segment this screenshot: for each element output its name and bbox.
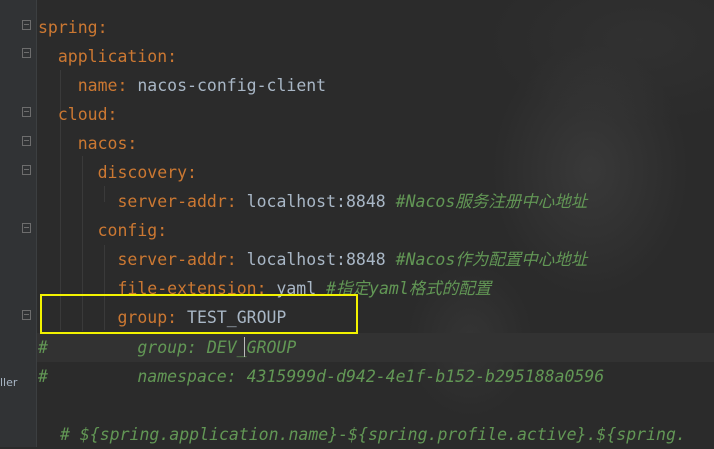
annotation-highlight-box	[40, 294, 358, 334]
yaml-colon: :	[167, 47, 178, 66]
yaml-colon: :	[117, 76, 128, 95]
code-line[interactable]: cloud:	[38, 100, 118, 129]
yaml-indent	[38, 105, 58, 124]
code-line[interactable]: server-addr: localhost:8848 #Nacos服务注册中心…	[38, 187, 587, 216]
text-caret	[244, 337, 245, 357]
fold-end-marker-icon[interactable]	[22, 310, 31, 320]
yaml-indent	[38, 250, 117, 269]
yaml-colon: :	[226, 250, 237, 269]
fold-marker-icon[interactable]	[22, 20, 31, 30]
yaml-key: config	[97, 221, 158, 240]
yaml-indent	[38, 76, 78, 95]
yaml-key: server-addr	[117, 192, 227, 211]
code-line[interactable]: application:	[38, 42, 177, 71]
yaml-key: name	[77, 76, 118, 95]
code-line[interactable]: config:	[38, 216, 168, 245]
fold-marker-icon[interactable]	[22, 223, 31, 233]
yaml-colon: :	[97, 18, 108, 37]
yaml-colon: :	[127, 134, 138, 153]
yaml-key: nacos	[77, 134, 128, 153]
code-line[interactable]: name: nacos-config-client	[38, 71, 326, 100]
yaml-value: localhost:8848	[236, 250, 396, 269]
yaml-key: discovery	[97, 163, 188, 182]
side-panel-label: ller	[0, 376, 18, 389]
yaml-indent	[38, 192, 117, 211]
code-line[interactable]: spring:	[38, 13, 108, 42]
yaml-indent	[38, 163, 98, 182]
fold-marker-icon[interactable]	[22, 107, 31, 117]
yaml-indent	[38, 134, 78, 153]
code-line[interactable]: server-addr: localhost:8848 #Nacos作为配置中心…	[38, 245, 587, 274]
commented-line-group[interactable]: # group: DEV_GROUP	[38, 333, 296, 362]
yaml-indent	[38, 47, 58, 66]
yaml-colon: :	[157, 221, 168, 240]
yaml-key: application	[57, 47, 168, 66]
fold-marker-icon[interactable]	[22, 48, 31, 58]
code-line[interactable]: nacos:	[38, 129, 138, 158]
yaml-key: cloud	[57, 105, 108, 124]
yaml-comment: #Nacos服务注册中心地址	[395, 192, 588, 211]
yaml-value: localhost:8848	[236, 192, 396, 211]
yaml-colon: :	[226, 192, 237, 211]
yaml-colon: :	[107, 105, 118, 124]
yaml-key: spring	[38, 18, 98, 37]
code-line[interactable]: discovery:	[38, 158, 197, 187]
yaml-value: nacos-config-client	[127, 76, 327, 95]
yaml-key: server-addr	[117, 250, 227, 269]
fold-marker-icon[interactable]	[22, 136, 31, 146]
yaml-colon: :	[187, 163, 197, 182]
yaml-indent	[38, 221, 98, 240]
fold-marker-icon[interactable]	[22, 165, 31, 175]
yaml-comment: #Nacos作为配置中心地址	[395, 250, 588, 269]
commented-line-bottom[interactable]: # ${spring.application.name}-${spring.pr…	[60, 420, 686, 449]
commented-line-namespace[interactable]: # namespace: 4315999d-d942-4e1f-b152-b29…	[38, 362, 604, 391]
